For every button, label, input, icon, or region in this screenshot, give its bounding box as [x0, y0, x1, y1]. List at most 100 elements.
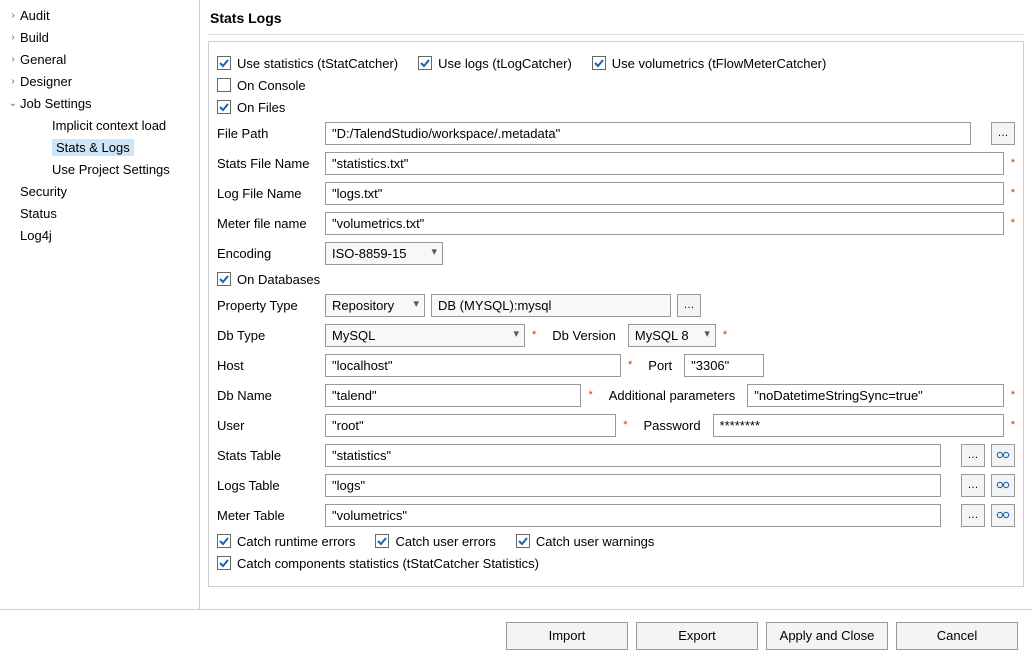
stats-table-label: Stats Table — [217, 448, 319, 463]
meter-table-view-button[interactable] — [991, 504, 1015, 527]
export-button[interactable]: Export — [636, 622, 758, 650]
db-version-label: Db Version — [542, 328, 622, 343]
tree-item-designer[interactable]: ›Designer — [0, 70, 199, 92]
user-label: User — [217, 418, 319, 433]
tree-item-label: Log4j — [20, 228, 52, 243]
stats-table-input[interactable] — [325, 444, 941, 467]
tree-item-label: Use Project Settings — [52, 162, 170, 177]
tree-item-label: Audit — [20, 8, 50, 23]
chevron-down-icon[interactable]: ⌄ — [6, 98, 20, 109]
tree-item-use-project-settings[interactable]: Use Project Settings — [0, 158, 199, 180]
stats-table-view-button[interactable] — [991, 444, 1015, 467]
logs-table-browse-button[interactable]: … — [961, 474, 985, 497]
on-databases-checkbox[interactable] — [217, 272, 231, 286]
logs-table-input[interactable] — [325, 474, 941, 497]
repository-browse-button[interactable]: … — [677, 294, 701, 317]
log-file-input[interactable] — [325, 182, 1004, 205]
db-version-select[interactable] — [628, 324, 716, 347]
chevron-right-icon[interactable]: › — [6, 54, 20, 65]
required-indicator: * — [1011, 419, 1015, 431]
cancel-button[interactable]: Cancel — [896, 622, 1018, 650]
required-indicator: * — [532, 329, 536, 341]
required-indicator: * — [588, 389, 592, 401]
tree-item-label: Implicit context load — [52, 118, 166, 133]
log-file-label: Log File Name — [217, 186, 319, 201]
use-logs-checkbox[interactable] — [418, 56, 432, 70]
required-indicator: * — [1011, 157, 1015, 169]
tree-item-general[interactable]: ›General — [0, 48, 199, 70]
user-input[interactable] — [325, 414, 616, 437]
port-label: Port — [638, 358, 678, 373]
on-console-checkbox[interactable] — [217, 78, 231, 92]
tree-item-log4j[interactable]: Log4j — [0, 224, 199, 246]
logs-table-view-button[interactable] — [991, 474, 1015, 497]
chevron-right-icon[interactable]: › — [6, 10, 20, 21]
property-type-label: Property Type — [217, 298, 319, 313]
import-button[interactable]: Import — [506, 622, 628, 650]
stats-logs-form: Use statistics (tStatCatcher) Use logs (… — [208, 41, 1024, 587]
tree-item-audit[interactable]: ›Audit — [0, 4, 199, 26]
tree-item-label: Status — [20, 206, 57, 221]
stats-table-browse-button[interactable]: … — [961, 444, 985, 467]
on-console-label: On Console — [237, 78, 306, 93]
password-label: Password — [633, 418, 706, 433]
chevron-right-icon[interactable]: › — [6, 76, 20, 87]
use-volumetrics-label: Use volumetrics (tFlowMeterCatcher) — [612, 56, 827, 71]
db-type-label: Db Type — [217, 328, 319, 343]
page-title: Stats Logs — [208, 4, 1024, 35]
encoding-label: Encoding — [217, 246, 319, 261]
on-files-checkbox[interactable] — [217, 100, 231, 114]
apply-and-close-button[interactable]: Apply and Close — [766, 622, 888, 650]
add-params-input[interactable] — [747, 384, 1003, 407]
catch-user-err-label: Catch user errors — [395, 534, 495, 549]
dialog-footer: Import Export Apply and Close Cancel — [0, 609, 1032, 661]
required-indicator: * — [623, 419, 627, 431]
required-indicator: * — [1011, 389, 1015, 401]
preferences-tree: ›Audit›Build›General›Designer⌄Job Settin… — [0, 0, 200, 609]
encoding-select[interactable] — [325, 242, 443, 265]
port-input[interactable] — [684, 354, 764, 377]
on-files-label: On Files — [237, 100, 285, 115]
host-input[interactable] — [325, 354, 621, 377]
password-input[interactable] — [713, 414, 1004, 437]
tree-item-stats-logs[interactable]: Stats & Logs — [0, 136, 199, 158]
catch-user-warn-label: Catch user warnings — [536, 534, 655, 549]
stats-file-label: Stats File Name — [217, 156, 319, 171]
tree-item-label: Security — [20, 184, 67, 199]
tree-item-label: Build — [20, 30, 49, 45]
tree-item-build[interactable]: ›Build — [0, 26, 199, 48]
db-type-select[interactable] — [325, 324, 525, 347]
repository-value-input[interactable] — [431, 294, 671, 317]
db-name-label: Db Name — [217, 388, 319, 403]
tree-item-label: Stats & Logs — [52, 139, 134, 156]
logs-table-label: Logs Table — [217, 478, 319, 493]
file-path-browse-button[interactable]: … — [991, 122, 1015, 145]
catch-runtime-checkbox[interactable] — [217, 534, 231, 548]
use-statistics-label: Use statistics (tStatCatcher) — [237, 56, 398, 71]
catch-user-warn-checkbox[interactable] — [516, 534, 530, 548]
meter-table-browse-button[interactable]: … — [961, 504, 985, 527]
meter-file-input[interactable] — [325, 212, 1004, 235]
meter-file-label: Meter file name — [217, 216, 319, 231]
property-type-select[interactable] — [325, 294, 425, 317]
tree-item-label: Designer — [20, 74, 72, 89]
tree-item-label: Job Settings — [20, 96, 92, 111]
catch-user-err-checkbox[interactable] — [375, 534, 389, 548]
file-path-label: File Path — [217, 126, 319, 141]
meter-table-input[interactable] — [325, 504, 941, 527]
file-path-input[interactable] — [325, 122, 971, 145]
tree-item-implicit-context-load[interactable]: Implicit context load — [0, 114, 199, 136]
use-statistics-checkbox[interactable] — [217, 56, 231, 70]
stats-file-input[interactable] — [325, 152, 1004, 175]
tree-item-status[interactable]: Status — [0, 202, 199, 224]
required-indicator: * — [1011, 217, 1015, 229]
chevron-right-icon[interactable]: › — [6, 32, 20, 43]
on-databases-label: On Databases — [237, 272, 320, 287]
catch-comp-stats-label: Catch components statistics (tStatCatche… — [237, 556, 539, 571]
use-volumetrics-checkbox[interactable] — [592, 56, 606, 70]
tree-item-security[interactable]: Security — [0, 180, 199, 202]
catch-comp-stats-checkbox[interactable] — [217, 556, 231, 570]
tree-item-job-settings[interactable]: ⌄Job Settings — [0, 92, 199, 114]
db-name-input[interactable] — [325, 384, 581, 407]
tree-item-label: General — [20, 52, 66, 67]
